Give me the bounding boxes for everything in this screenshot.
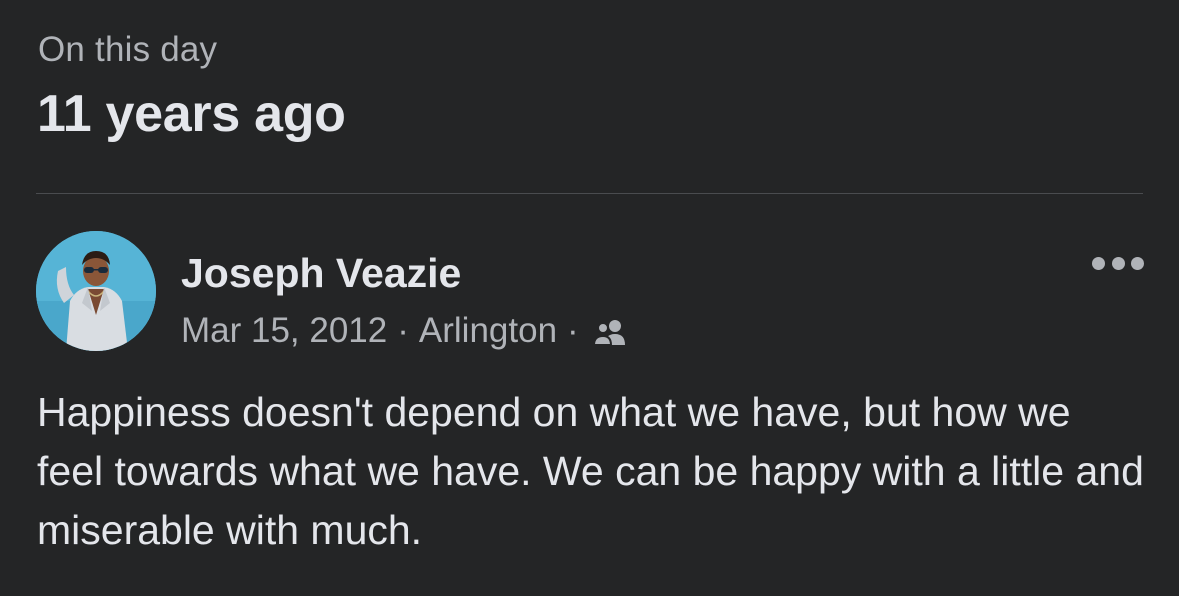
post-date[interactable]: Mar 15, 2012 bbox=[181, 311, 387, 351]
memory-label: On this day bbox=[38, 30, 218, 69]
more-options-button[interactable] bbox=[1092, 252, 1144, 274]
post-text: Happiness doesn't depend on what we have… bbox=[37, 389, 1144, 553]
avatar-image bbox=[36, 231, 156, 351]
post-meta: Mar 15, 2012 · Arlington · bbox=[181, 311, 631, 351]
more-dot-icon bbox=[1131, 256, 1144, 270]
friends-icon[interactable] bbox=[591, 316, 631, 346]
meta-separator: · bbox=[567, 311, 579, 350]
post-location[interactable]: Arlington bbox=[419, 311, 557, 351]
author-name[interactable]: Joseph Veazie bbox=[181, 250, 461, 297]
more-dot-icon bbox=[1111, 256, 1125, 270]
more-dot-icon bbox=[1092, 256, 1105, 270]
avatar[interactable] bbox=[36, 231, 156, 351]
meta-separator: · bbox=[397, 311, 409, 350]
memory-time-ago: 11 years ago bbox=[37, 85, 346, 143]
divider bbox=[36, 193, 1143, 194]
